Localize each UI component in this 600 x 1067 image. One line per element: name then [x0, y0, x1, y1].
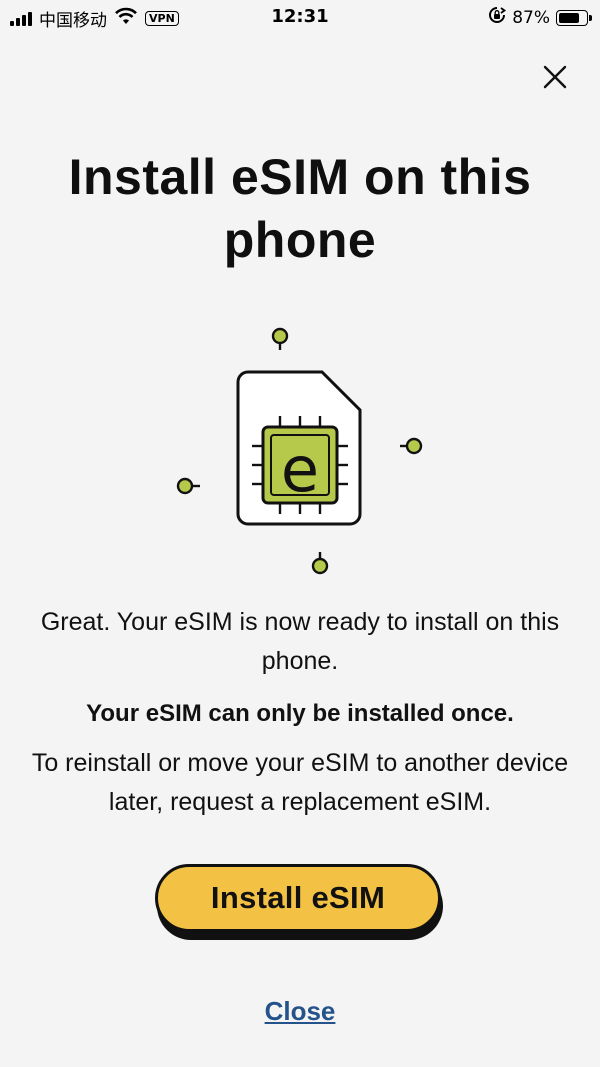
page-title: Install eSIM on this phone — [68, 149, 532, 268]
install-once-warning: Your eSIM can only be installed once. — [86, 700, 514, 727]
install-esim-button[interactable]: Install eSIM — [155, 864, 445, 942]
ready-paragraph: Great. Your eSIM is now ready to install… — [40, 608, 560, 675]
battery-fill — [559, 12, 579, 23]
status-bar: 中国移动 VPN 12:31 87% — [0, 0, 600, 34]
esim-letter: e — [281, 433, 319, 506]
reinstall-paragraph: To reinstall or move your eSIM to anothe… — [31, 749, 569, 816]
status-right: 87% — [488, 6, 592, 29]
rotation-lock-icon — [488, 6, 507, 29]
install-esim-label[interactable]: Install eSIM — [155, 864, 441, 932]
close-icon[interactable] — [536, 58, 574, 96]
esim-illustration: e — [160, 320, 440, 590]
close-link[interactable]: Close — [0, 996, 600, 1027]
battery-percent: 87% — [512, 7, 550, 28]
battery-icon — [556, 9, 592, 26]
